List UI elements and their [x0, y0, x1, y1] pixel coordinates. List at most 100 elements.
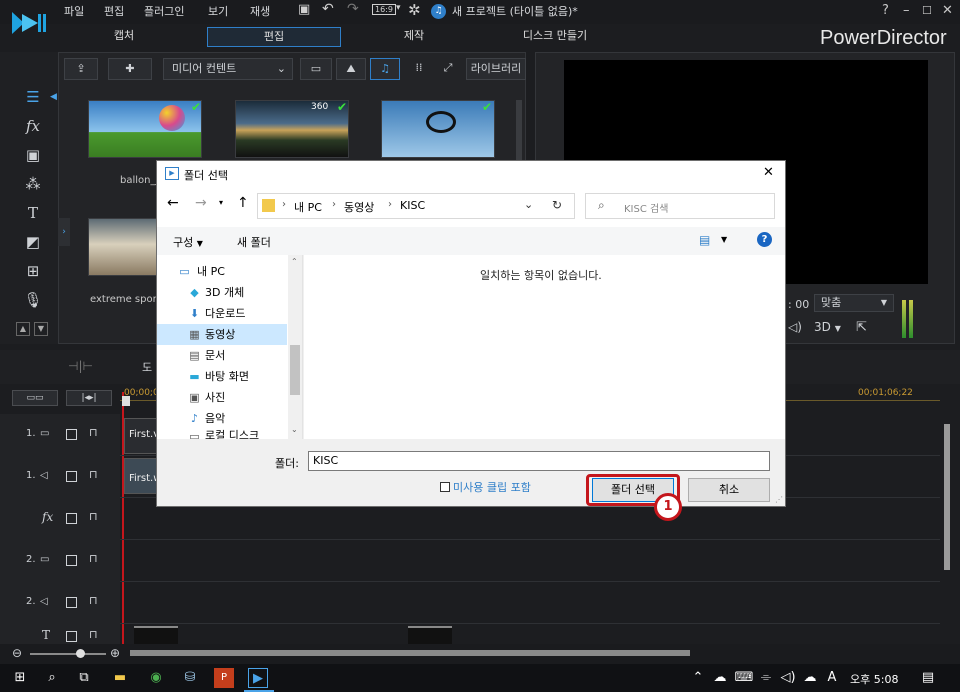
media-thumbnail[interactable] — [235, 100, 349, 158]
track-enable-checkbox[interactable] — [66, 471, 77, 482]
media-thumbnail[interactable] — [88, 218, 162, 276]
chevron-up-icon[interactable]: ⌃ — [688, 668, 708, 688]
tab-capture[interactable]: 캡처 — [64, 27, 184, 47]
video-clip[interactable]: First.v — [124, 418, 159, 454]
nav-item-my-pc[interactable]: ▭ 내 PC — [157, 261, 287, 282]
video-filter-icon[interactable]: ▭ — [300, 58, 332, 80]
lock-icon[interactable]: ⊓ — [89, 426, 98, 439]
nav-item-3d-objects[interactable]: ◆ 3D 개체 — [157, 282, 287, 303]
track-enable-checkbox[interactable] — [66, 429, 77, 440]
nav-scrollbar[interactable]: ⌃ ⌄ — [288, 255, 302, 439]
address-bar[interactable]: › 내 PC › 동영상 › KISC ⌄ ↻ — [257, 193, 575, 219]
windows-start-icon[interactable]: ⊞ — [10, 668, 30, 688]
import-icon[interactable]: ⇪ — [64, 58, 98, 80]
save-icon[interactable]: ▣ — [298, 2, 310, 17]
effect-room-icon[interactable]: fx — [22, 115, 44, 137]
aspect-ratio-button[interactable]: 16:9 — [372, 4, 396, 15]
include-unused-label[interactable]: 미사용 클립 포함 — [453, 479, 531, 495]
menu-play[interactable]: 재생 — [250, 3, 270, 19]
nav-item-documents[interactable]: ▤ 문서 — [157, 345, 287, 366]
resize-icon[interactable]: ⤢ — [436, 58, 460, 80]
powerdirector-taskbar-icon[interactable]: ▶ — [248, 668, 268, 688]
caret-down-icon[interactable]: ▼ — [721, 235, 727, 244]
nav-item-videos[interactable]: ▦ 동영상 — [157, 324, 287, 345]
view-options-icon[interactable]: ▤ — [699, 233, 710, 247]
undock-icon[interactable]: ⇱ — [856, 320, 867, 335]
media-room-icon[interactable]: ☰ — [22, 86, 44, 108]
audio-clip[interactable]: First.w — [124, 458, 161, 494]
split-icon[interactable]: ⊣|⊢ — [68, 359, 93, 373]
up-arrow-icon[interactable]: ↑ — [237, 195, 249, 211]
track-enable-checkbox[interactable] — [66, 555, 77, 566]
search-input[interactable]: ⌕ KISC 검색 — [585, 193, 775, 219]
nav-item-local-disk[interactable]: ▭ 로컬 디스크 — [157, 429, 287, 439]
refresh-icon[interactable]: ↻ — [552, 198, 562, 212]
nav-item-desktop[interactable]: ▬ 바탕 화면 — [157, 366, 287, 387]
volume-icon[interactable]: ◁) — [788, 320, 802, 334]
menu-file[interactable]: 파일 — [64, 3, 84, 19]
help-icon[interactable]: ? — [757, 232, 772, 247]
lock-icon[interactable]: ⊓ — [89, 628, 98, 641]
track-enable-checkbox[interactable] — [66, 631, 77, 642]
horizontal-scrollbar[interactable] — [130, 650, 690, 656]
close-app-button[interactable]: ✕ — [942, 3, 953, 18]
library-scrollbar[interactable] — [516, 100, 522, 160]
tab-edit[interactable]: 편집 — [207, 27, 341, 47]
media-content-dropdown[interactable]: 미디어 컨텐트 ⌄ — [163, 58, 293, 80]
media-thumbnail[interactable] — [381, 100, 495, 158]
nav-item-downloads[interactable]: ⬇ 다운로드 — [157, 303, 287, 324]
folder-name-field[interactable]: KISC — [308, 451, 770, 471]
audio-filter-icon[interactable]: ♫ — [370, 58, 400, 80]
scroll-up-icon[interactable]: ⌃ — [291, 257, 298, 266]
lock-icon[interactable]: ⊓ — [89, 510, 98, 523]
scroll-down-icon[interactable]: ▼ — [34, 322, 48, 336]
title-clip[interactable] — [134, 626, 178, 644]
track-enable-checkbox[interactable] — [66, 597, 77, 608]
grid-view-icon[interactable]: ⁞⁞ — [406, 58, 432, 80]
volume-icon[interactable]: ◁) — [778, 668, 798, 688]
ime-indicator[interactable]: A — [822, 668, 842, 688]
zoom-in-icon[interactable]: ⊕ — [110, 646, 120, 660]
track-manager-icon[interactable]: ▭▭ — [12, 390, 58, 406]
plugin-icon[interactable]: ✚ — [108, 58, 152, 80]
audio-mixing-icon[interactable]: ⊞ — [22, 260, 44, 282]
scroll-down-icon[interactable]: ⌄ — [291, 425, 298, 434]
forward-arrow-icon[interactable]: → — [195, 195, 207, 211]
help-button[interactable]: ? — [882, 3, 889, 18]
menu-edit[interactable]: 편집 — [104, 3, 124, 19]
fit-select[interactable]: 맞춤 ▼ — [814, 294, 894, 312]
3d-mode-button[interactable]: 3D ▼ — [814, 320, 841, 334]
notification-icon[interactable]: ♫ — [431, 4, 446, 19]
fit-timeline-icon[interactable]: |◂▸| — [66, 390, 112, 406]
chevron-down-icon[interactable]: ⌄ — [524, 198, 533, 211]
zoom-slider-handle[interactable] — [76, 649, 85, 658]
file-explorer-icon[interactable]: ▬ — [110, 668, 130, 688]
pip-room-icon[interactable]: ▣ — [22, 144, 44, 166]
lock-icon[interactable]: ⊓ — [89, 594, 98, 607]
title-clip[interactable] — [408, 626, 452, 644]
nav-item-pictures[interactable]: ▣ 사진 — [157, 387, 287, 408]
menu-plugin[interactable]: 플러그인 — [144, 3, 184, 19]
expand-panel-icon[interactable]: › — [58, 218, 70, 246]
lock-icon[interactable]: ⊓ — [89, 552, 98, 565]
zoom-out-icon[interactable]: ⊖ — [12, 646, 22, 660]
keyboard-icon[interactable]: ⌨ — [734, 668, 754, 688]
tools-button[interactable]: 도 — [142, 359, 152, 375]
gear-icon[interactable]: ✲ — [408, 1, 421, 19]
tab-disc[interactable]: 디스크 만들기 — [490, 27, 620, 47]
nav-item-music[interactable]: ♪ 음악 — [157, 408, 287, 429]
minimize-button[interactable]: – — [903, 3, 910, 18]
timeline-scrollbar[interactable] — [944, 424, 950, 570]
scroll-thumb[interactable] — [290, 345, 300, 395]
task-view-icon[interactable]: ⧉ — [74, 668, 94, 688]
transition-room-icon[interactable]: ◩ — [22, 231, 44, 253]
system-clock[interactable]: 오후 5:08 — [850, 671, 898, 687]
menu-view[interactable]: 보기 — [208, 3, 228, 19]
track-enable-checkbox[interactable] — [66, 513, 77, 524]
particle-room-icon[interactable]: ⁂ — [22, 173, 44, 195]
back-arrow-icon[interactable]: ← — [167, 195, 179, 211]
chrome-icon[interactable]: ◉ — [146, 668, 166, 688]
zoom-slider[interactable] — [30, 653, 106, 655]
include-unused-checkbox[interactable] — [440, 482, 450, 492]
breadcrumb-item[interactable]: KISC — [400, 199, 425, 212]
